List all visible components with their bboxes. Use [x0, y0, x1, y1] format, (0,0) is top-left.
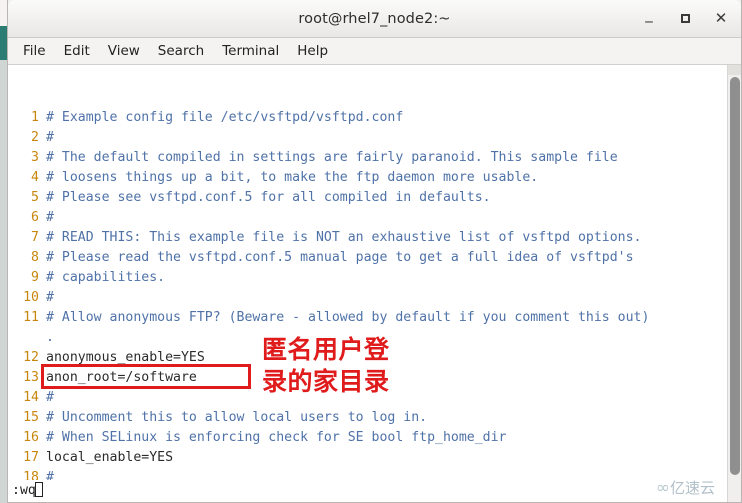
window-controls: _ ✕ [639, 0, 731, 37]
editor-line: 6 # [8, 208, 727, 228]
line-number: 16 [23, 430, 39, 445]
line-number: 4 [31, 170, 39, 185]
editor-line: 3 # The default compiled in settings are … [8, 148, 727, 168]
vertical-scrollbar[interactable] [727, 65, 741, 502]
line-text: # [46, 210, 54, 225]
line-number: 17 [23, 450, 39, 465]
line-number: 11 [23, 310, 39, 325]
menu-item-edit[interactable]: Edit [55, 40, 99, 62]
line-text: local_enable=YES [46, 450, 174, 465]
text-cursor [34, 482, 43, 497]
menubar: File Edit View Search Terminal Help [8, 38, 741, 65]
line-text: # Allow anonymous FTP? (Beware - allowed… [46, 310, 650, 325]
menu-item-search[interactable]: Search [149, 40, 213, 62]
editor-line: 15 # Uncomment this to allow local users … [8, 408, 727, 428]
maximize-icon[interactable] [675, 9, 695, 29]
line-text: # [46, 290, 54, 305]
line-number: 15 [23, 410, 39, 425]
editor-line: 2 # [8, 128, 727, 148]
editor-lines: 1 # Example config file /etc/vsftpd/vsftp… [8, 108, 727, 502]
close-icon[interactable]: ✕ [711, 9, 731, 29]
line-number: 1 [31, 110, 39, 125]
line-number: 13 [23, 370, 39, 385]
line-text: anonymous_enable=YES [46, 350, 205, 365]
line-text: # Please see vsftpd.conf.5 for all compi… [46, 190, 491, 205]
line-text: # loosens things up a bit, to make the f… [46, 170, 539, 185]
annotation-note: 匿名用户登录的家目录 [262, 334, 390, 398]
editor-line: 5 # Please see vsftpd.conf.5 for all comp… [8, 188, 727, 208]
menu-item-view[interactable]: View [99, 40, 149, 62]
line-number: 12 [23, 350, 39, 365]
editor-line: 1 # Example config file /etc/vsftpd/vsftp… [8, 108, 727, 128]
menu-item-file[interactable]: File [14, 40, 55, 62]
line-text: # capabilities. [46, 270, 166, 285]
editor-line: 4 # loosens things up a bit, to make the … [8, 168, 727, 188]
line-number: 9 [31, 270, 39, 285]
editor-line: 17 local_enable=YES [8, 448, 727, 468]
line-number: 2 [31, 130, 39, 145]
line-number: 3 [31, 150, 39, 165]
line-text: # Please read the vsftpd.conf.5 manual p… [46, 250, 634, 265]
line-number: 10 [23, 290, 39, 305]
annotation-note-line2: 录的家目录 [262, 367, 390, 396]
line-number: 14 [23, 390, 39, 405]
line-number: 7 [31, 230, 39, 245]
line-text: # Example config file /etc/vsftpd/vsftpd… [46, 110, 404, 125]
desktop-left-strip [0, 0, 7, 503]
line-text: # [46, 130, 54, 145]
editor-line: 7 # READ THIS: This example file is NOT a… [8, 228, 727, 248]
line-text: # [46, 390, 54, 405]
line-number: 6 [31, 210, 39, 225]
line-text: # The default compiled in settings are f… [46, 150, 618, 165]
terminal-window: root@rhel7_node2:~ _ ✕ File Edit View Se… [7, 0, 742, 503]
line-number: 5 [31, 190, 39, 205]
annotation-note-line1: 匿名用户登 [262, 335, 390, 364]
line-number: 8 [31, 250, 39, 265]
editor-line: 16 # When SELinux is enforcing check for … [8, 428, 727, 448]
scrollbar-thumb[interactable] [730, 77, 740, 475]
line-text: # READ THIS: This example file is NOT an… [46, 230, 642, 245]
vim-command-text: :wq [12, 483, 36, 498]
editor-line: 8 # Please read the vsftpd.conf.5 manual … [8, 248, 727, 268]
window-title: root@rhel7_node2:~ [298, 10, 451, 27]
line-text: anon_root=/software [46, 370, 197, 385]
vim-editor-area[interactable]: 1 # Example config file /etc/vsftpd/vsftp… [8, 65, 727, 502]
menu-item-help[interactable]: Help [288, 40, 337, 62]
line-text: # Uncomment this to allow local users to… [46, 410, 428, 425]
window-titlebar[interactable]: root@rhel7_node2:~ _ ✕ [8, 0, 741, 38]
vim-status-line: :wq [8, 480, 727, 502]
line-text: . [46, 330, 54, 345]
line-text: # When SELinux is enforcing check for SE… [46, 430, 507, 445]
menu-item-terminal[interactable]: Terminal [213, 40, 288, 62]
terminal-body: 1 # Example config file /etc/vsftpd/vsftp… [8, 65, 741, 502]
editor-line: 9 # capabilities. [8, 268, 727, 288]
editor-line: 11 # Allow anonymous FTP? (Beware - allow… [8, 308, 727, 328]
editor-line: 10 # [8, 288, 727, 308]
minimize-icon[interactable]: _ [639, 7, 659, 29]
scrollbar-up-button[interactable] [728, 65, 741, 75]
